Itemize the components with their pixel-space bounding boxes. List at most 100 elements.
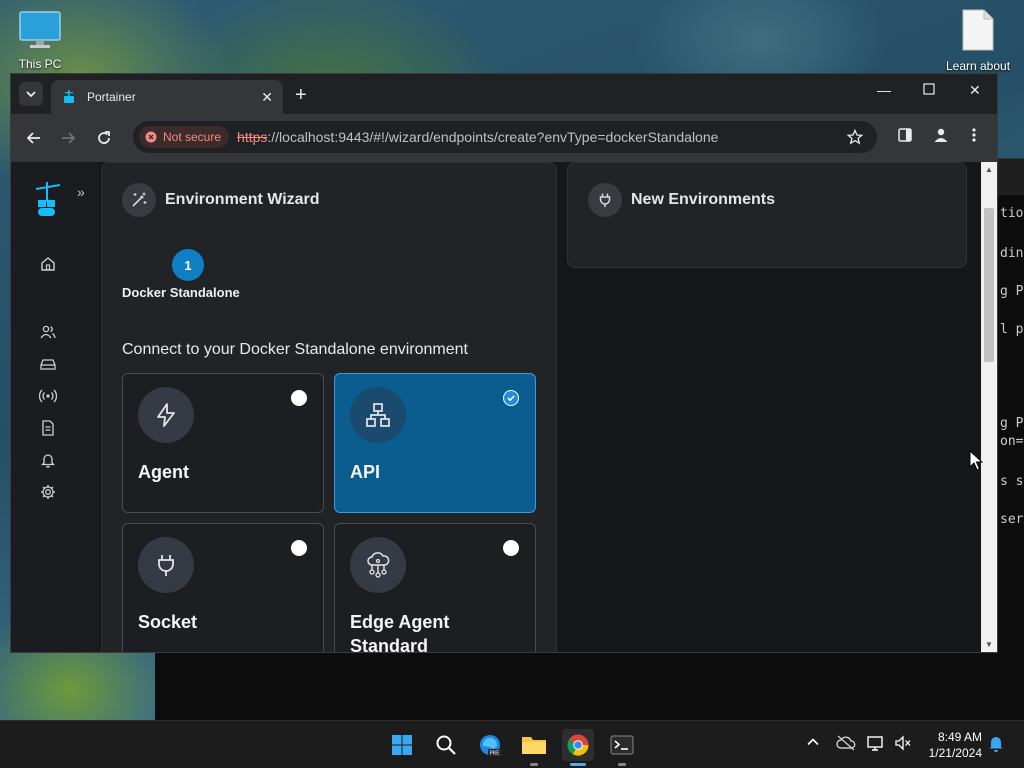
search-icon (436, 735, 456, 755)
scroll-up-arrow[interactable]: ▲ (985, 165, 993, 174)
portainer-logo-icon[interactable] (33, 182, 63, 223)
browser-window[interactable]: Portainer ✕ + — ✕ Not secure https://loc… (10, 73, 998, 653)
plug-icon (138, 537, 194, 593)
scrollbar-thumb[interactable] (984, 208, 994, 362)
users-icon[interactable] (39, 323, 57, 341)
chrome-browser-icon (567, 734, 589, 756)
taskbar-edge-button[interactable]: PRE (474, 729, 506, 761)
active-indicator (570, 763, 586, 766)
document-icon (940, 8, 1016, 55)
terminal-text: g P (1000, 416, 1024, 431)
forward-button[interactable] (57, 127, 79, 149)
option-card-api[interactable]: API (334, 373, 536, 513)
onedrive-tray-button[interactable] (836, 735, 856, 756)
minimize-button[interactable]: — (877, 82, 891, 98)
tab-search-button[interactable] (19, 82, 43, 106)
bookmark-star-icon[interactable] (847, 129, 863, 145)
broadcast-icon[interactable] (39, 387, 57, 405)
terminal-text: tion (1000, 206, 1024, 221)
address-bar[interactable]: Not secure https://localhost:9443/#!/wiz… (133, 121, 877, 153)
new-environments-header: New Environments (588, 183, 775, 217)
check-icon[interactable] (503, 390, 519, 406)
magic-wand-icon (122, 183, 156, 217)
home-icon[interactable] (39, 255, 57, 273)
bell-icon[interactable] (39, 451, 57, 469)
url-text: https://localhost:9443/#!/wizard/endpoin… (237, 129, 718, 145)
browser-menu-button[interactable] (971, 127, 977, 148)
folder-icon (522, 737, 546, 754)
option-card-agent[interactable]: Agent (122, 373, 324, 513)
option-radio[interactable] (503, 540, 519, 556)
arrow-left-icon (26, 132, 40, 144)
running-indicator (618, 763, 626, 766)
speaker-muted-icon (895, 735, 911, 751)
windows-logo-icon (392, 735, 412, 755)
taskbar-file-explorer-button[interactable] (518, 729, 550, 761)
expand-sidebar-icon[interactable]: » (77, 184, 85, 200)
security-chip[interactable]: Not secure (139, 126, 230, 148)
tab-strip[interactable]: Portainer ✕ + — ✕ (11, 74, 997, 114)
option-card-socket[interactable]: Socket (122, 523, 324, 652)
profile-button[interactable] (933, 127, 949, 148)
option-card-edge-agent-standard[interactable]: Edge Agent Standard (334, 523, 536, 653)
security-label: Not secure (163, 130, 222, 144)
cloud-network-icon (350, 537, 406, 593)
network-tray-button[interactable] (866, 735, 886, 756)
new-tab-button[interactable]: + (295, 84, 307, 107)
page-scrollbar[interactable]: ▲ ▼ (981, 162, 997, 652)
side-panel-icon (898, 128, 912, 142)
scroll-down-arrow[interactable]: ▼ (985, 640, 993, 649)
close-window-button[interactable]: ✕ (969, 82, 981, 99)
maximize-icon (923, 83, 935, 95)
option-label: Edge Agent Standard (350, 612, 450, 653)
option-label: Socket (138, 612, 198, 632)
running-indicator (530, 763, 538, 766)
settings-gear-icon[interactable] (39, 483, 57, 501)
option-label: API (350, 462, 381, 482)
edge-browser-icon: PRE (480, 735, 501, 757)
tab-close-icon[interactable]: ✕ (261, 89, 273, 106)
option-radio[interactable] (291, 390, 307, 406)
page-viewport: » Environment Wizard 1 Docker Standalone… (11, 162, 981, 653)
kebab-menu-icon (972, 128, 976, 142)
terminal-text: ding (1000, 246, 1024, 261)
taskbar: PRE 8:49 AM 1/21/2024 (0, 720, 1024, 768)
warning-icon (145, 131, 157, 143)
maximize-button[interactable] (923, 82, 935, 98)
side-panel-button[interactable] (897, 127, 913, 148)
terminal-icon (610, 735, 634, 755)
system-clock[interactable]: 8:49 AM 1/21/2024 (922, 729, 982, 761)
desktop-icon-learn-about[interactable]: Learn about (940, 8, 1016, 73)
taskbar-search-button[interactable] (430, 729, 462, 761)
back-button[interactable] (23, 127, 45, 149)
environment-wizard-panel: Environment Wizard 1 Docker Standalone C… (101, 162, 557, 653)
browser-toolbar: Not secure https://localhost:9443/#!/wiz… (11, 114, 997, 162)
new-environments-title: New Environments (631, 191, 776, 208)
show-hidden-icons-button[interactable] (806, 735, 820, 754)
portainer-sidebar: » (11, 162, 99, 652)
url-path: ://localhost:9443/#!/wizard/endpoints/cr… (267, 129, 719, 145)
person-icon (934, 128, 948, 142)
notifications-button[interactable] (988, 735, 1004, 758)
portainer-favicon-icon (64, 90, 74, 103)
terminal-text: l p (1000, 322, 1024, 337)
reload-icon (98, 131, 110, 144)
arrow-right-icon (62, 132, 76, 144)
volume-tray-button[interactable] (894, 735, 912, 756)
start-button[interactable] (386, 729, 418, 761)
reload-button[interactable] (93, 127, 115, 149)
network-monitor-icon (867, 736, 883, 751)
plug-icon (588, 183, 622, 217)
logs-icon[interactable] (39, 419, 57, 437)
bolt-icon (138, 387, 194, 443)
monitor-icon (12, 10, 68, 53)
option-radio[interactable] (291, 540, 307, 556)
desktop-icon-label: This PC (18, 57, 62, 71)
environments-icon[interactable] (39, 355, 57, 373)
taskbar-chrome-button[interactable] (562, 729, 594, 761)
wizard-header: Environment Wizard (122, 183, 320, 217)
taskbar-terminal-button[interactable] (606, 729, 638, 761)
tab-portainer[interactable]: Portainer ✕ (51, 80, 283, 114)
step-indicator: 1 (172, 249, 204, 281)
desktop-icon-this-pc[interactable]: This PC (12, 10, 68, 71)
